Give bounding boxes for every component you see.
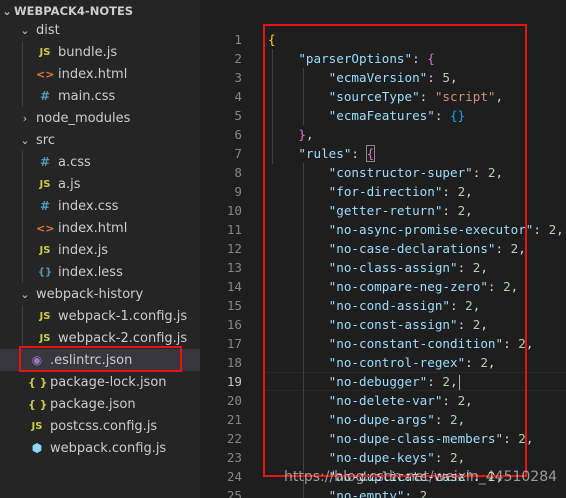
explorer-item-label: index.html bbox=[58, 220, 128, 236]
css-file-icon: # bbox=[39, 155, 51, 169]
explorer-item[interactable]: ⌄ dist bbox=[0, 19, 200, 41]
chevron-right-icon: › bbox=[22, 111, 28, 125]
explorer-item[interactable]: JS bundle.js bbox=[0, 41, 200, 63]
line-number: 17 bbox=[226, 336, 242, 351]
html-file-icon: <> bbox=[36, 67, 55, 81]
tree-indent-guide bbox=[22, 41, 23, 107]
explorer-item-label: webpack-2.config.js bbox=[58, 330, 188, 346]
explorer-item-label: main.css bbox=[58, 88, 116, 104]
line-number: 4 bbox=[234, 89, 242, 104]
explorer-item[interactable]: # a.css bbox=[0, 151, 200, 173]
explorer-item-label: a.js bbox=[58, 176, 81, 192]
chevron-down-icon: ⌄ bbox=[20, 133, 30, 147]
line-number: 8 bbox=[234, 165, 242, 180]
explorer-item-label: src bbox=[36, 132, 55, 148]
line-number: 22 bbox=[226, 431, 242, 446]
explorer-item-label: index.css bbox=[58, 198, 119, 214]
line-number: 15 bbox=[226, 298, 242, 313]
html-file-icon: <> bbox=[36, 221, 55, 235]
json-file-icon: { } bbox=[28, 375, 48, 389]
explorer-item[interactable]: JS webpack-1.config.js bbox=[0, 305, 200, 327]
code-text: "no-empty": 2, bbox=[328, 488, 435, 498]
code-highlight-box bbox=[263, 24, 527, 477]
line-number: 18 bbox=[226, 355, 242, 370]
explorer-item[interactable]: <> index.html bbox=[0, 217, 200, 239]
file-highlight-box bbox=[19, 346, 182, 372]
explorer-item[interactable]: ⌄ src bbox=[0, 129, 200, 151]
js-file-icon: JS bbox=[39, 244, 51, 256]
line-number: 3 bbox=[234, 70, 242, 85]
explorer-item-label: bundle.js bbox=[58, 44, 118, 60]
explorer-item-label: index.less bbox=[58, 264, 123, 280]
chevron-down-icon: ⌄ bbox=[2, 4, 12, 18]
line-number: 5 bbox=[234, 108, 242, 123]
watermark-text: https://blog.csdn.net/weixin_44510284 bbox=[284, 469, 558, 485]
explorer-item-label: dist bbox=[36, 22, 60, 38]
line-number: 10 bbox=[226, 203, 242, 218]
chevron-down-icon: ⌄ bbox=[20, 287, 30, 301]
line-number: 13 bbox=[226, 260, 242, 275]
explorer-item[interactable]: # main.css bbox=[0, 85, 200, 107]
line-number: 12 bbox=[226, 241, 242, 256]
explorer-item[interactable]: › node_modules bbox=[0, 107, 200, 129]
explorer-item-label: node_modules bbox=[36, 110, 131, 126]
explorer-item[interactable]: ⬢ webpack.config.js bbox=[0, 437, 200, 459]
explorer-sidebar: ⌄ WEBPACK4-NOTES ⌄ dist JS bundle.js <> index… bbox=[0, 0, 200, 498]
chevron-down-icon: ⌄ bbox=[20, 23, 30, 37]
js-file-icon: JS bbox=[31, 420, 43, 432]
explorer-item[interactable]: JS postcss.config.js bbox=[0, 415, 200, 437]
line-number: 9 bbox=[234, 184, 242, 199]
explorer-item-label: index.js bbox=[58, 242, 109, 258]
js-file-icon: JS bbox=[39, 46, 51, 58]
webpack-file-icon: ⬢ bbox=[31, 441, 43, 455]
tree-indent-guide bbox=[22, 305, 23, 349]
tree-indent-guide bbox=[22, 151, 23, 283]
explorer-item[interactable]: {} index.less bbox=[0, 261, 200, 283]
explorer-item-label: package-lock.json bbox=[50, 374, 167, 390]
explorer-item[interactable]: ⌄ webpack-history bbox=[0, 283, 200, 305]
css-file-icon: # bbox=[39, 199, 51, 213]
js-file-icon: JS bbox=[39, 332, 51, 344]
line-number: 16 bbox=[226, 317, 242, 332]
js-file-icon: JS bbox=[39, 178, 51, 190]
js-file-icon: JS bbox=[39, 310, 51, 322]
line-number: 2 bbox=[234, 51, 242, 66]
explorer-item-label: a.css bbox=[58, 154, 91, 170]
code-line[interactable]: 25 "no-empty": 2, bbox=[200, 486, 566, 498]
explorer-item-label: webpack-1.config.js bbox=[58, 308, 188, 324]
line-number: 19 bbox=[226, 374, 242, 389]
explorer-item-label: index.html bbox=[58, 66, 128, 82]
css-file-icon: # bbox=[39, 89, 51, 103]
explorer-item[interactable]: { } package.json bbox=[0, 393, 200, 415]
line-number: 11 bbox=[226, 222, 242, 237]
line-number: 23 bbox=[226, 450, 242, 465]
explorer-item-label: webpack.config.js bbox=[50, 440, 167, 456]
root-folder-label: WEBPACK4-NOTES bbox=[14, 4, 134, 18]
explorer-item[interactable]: # index.css bbox=[0, 195, 200, 217]
line-number: 20 bbox=[226, 393, 242, 408]
explorer-item-label: webpack-history bbox=[36, 286, 144, 302]
line-number: 1 bbox=[234, 32, 242, 47]
explorer-item[interactable]: JS index.js bbox=[0, 239, 200, 261]
explorer-item[interactable]: JS a.js bbox=[0, 173, 200, 195]
explorer-item-label: postcss.config.js bbox=[50, 418, 158, 434]
json-file-icon: { } bbox=[28, 397, 48, 411]
explorer-item-label: package.json bbox=[50, 396, 136, 412]
less-file-icon: {} bbox=[37, 266, 53, 278]
line-number: 24 bbox=[226, 469, 242, 484]
line-number: 7 bbox=[234, 146, 242, 161]
line-number: 14 bbox=[226, 279, 242, 294]
explorer-item[interactable]: { } package-lock.json bbox=[0, 371, 200, 393]
explorer-item[interactable]: <> index.html bbox=[0, 63, 200, 85]
line-number: 6 bbox=[234, 127, 242, 142]
line-number: 21 bbox=[226, 412, 242, 427]
line-number: 25 bbox=[226, 488, 242, 498]
